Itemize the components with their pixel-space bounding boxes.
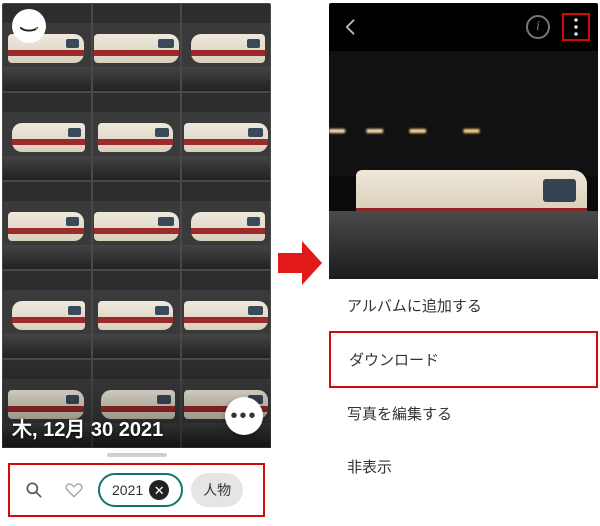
kebab-icon — [569, 17, 583, 37]
menu-hide[interactable]: 非表示 — [329, 440, 598, 493]
photo-thumb[interactable] — [92, 359, 182, 448]
photo-thumb[interactable] — [2, 359, 92, 448]
menu-item-label: ダウンロード — [349, 352, 439, 369]
overflow-menu: アルバムに追加する ダウンロード 写真を編集する 非表示 — [329, 279, 598, 493]
favorites-button[interactable] — [58, 474, 90, 506]
overflow-menu-button[interactable] — [562, 13, 590, 41]
info-button[interactable]: i — [526, 15, 550, 39]
bottom-sheet-grabber[interactable] — [107, 453, 167, 457]
photo-thumb[interactable] — [2, 92, 92, 181]
amazon-smile-icon — [18, 15, 40, 37]
photo-thumb[interactable] — [181, 181, 271, 270]
filter-bar: 2021 ✕ 人物 — [8, 463, 265, 517]
search-button[interactable] — [18, 474, 50, 506]
photo-full — [329, 51, 598, 279]
clear-year-filter[interactable]: ✕ — [149, 480, 169, 500]
people-filter-label: 人物 — [203, 480, 231, 500]
viewer-topbar: i — [329, 3, 598, 51]
year-filter-label: 2021 — [112, 482, 143, 498]
more-button[interactable]: ••• — [225, 397, 263, 435]
profile-avatar[interactable] — [12, 9, 46, 43]
menu-item-label: 非表示 — [347, 459, 392, 476]
photo-viewer-screen: i アルバムに追加する ダウンロード 写真を編集 — [329, 3, 598, 523]
menu-item-label: 写真を編集する — [347, 406, 452, 423]
heart-icon — [64, 480, 84, 500]
photo-thumb[interactable] — [2, 181, 92, 270]
photo-thumb[interactable] — [92, 181, 182, 270]
menu-edit-photo[interactable]: 写真を編集する — [329, 387, 598, 440]
photo-viewer[interactable] — [329, 51, 598, 279]
gallery-screen: 木, 12月 30 2021 ••• 2021 ✕ 人物 — [2, 3, 271, 523]
photo-thumb[interactable] — [181, 3, 271, 92]
photo-thumb[interactable] — [92, 92, 182, 181]
menu-add-to-album[interactable]: アルバムに追加する — [329, 279, 598, 332]
close-icon: ✕ — [154, 484, 165, 497]
photo-thumb[interactable] — [2, 270, 92, 359]
photo-thumb[interactable] — [92, 270, 182, 359]
photo-thumb[interactable] — [181, 92, 271, 181]
search-icon — [24, 480, 44, 500]
menu-download[interactable]: ダウンロード — [329, 331, 598, 388]
info-icon: i — [536, 19, 540, 35]
arrow-right-icon — [276, 233, 324, 293]
year-filter-chip[interactable]: 2021 ✕ — [98, 473, 183, 507]
more-dots-icon: ••• — [230, 405, 257, 428]
arrow-left-icon — [341, 17, 361, 37]
photo-thumb[interactable] — [92, 3, 182, 92]
menu-item-label: アルバムに追加する — [347, 298, 482, 315]
back-button[interactable] — [337, 13, 365, 41]
photo-thumb[interactable] — [181, 270, 271, 359]
flow-arrow — [276, 233, 324, 293]
people-filter-chip[interactable]: 人物 — [191, 473, 243, 507]
photo-grid — [2, 3, 271, 448]
